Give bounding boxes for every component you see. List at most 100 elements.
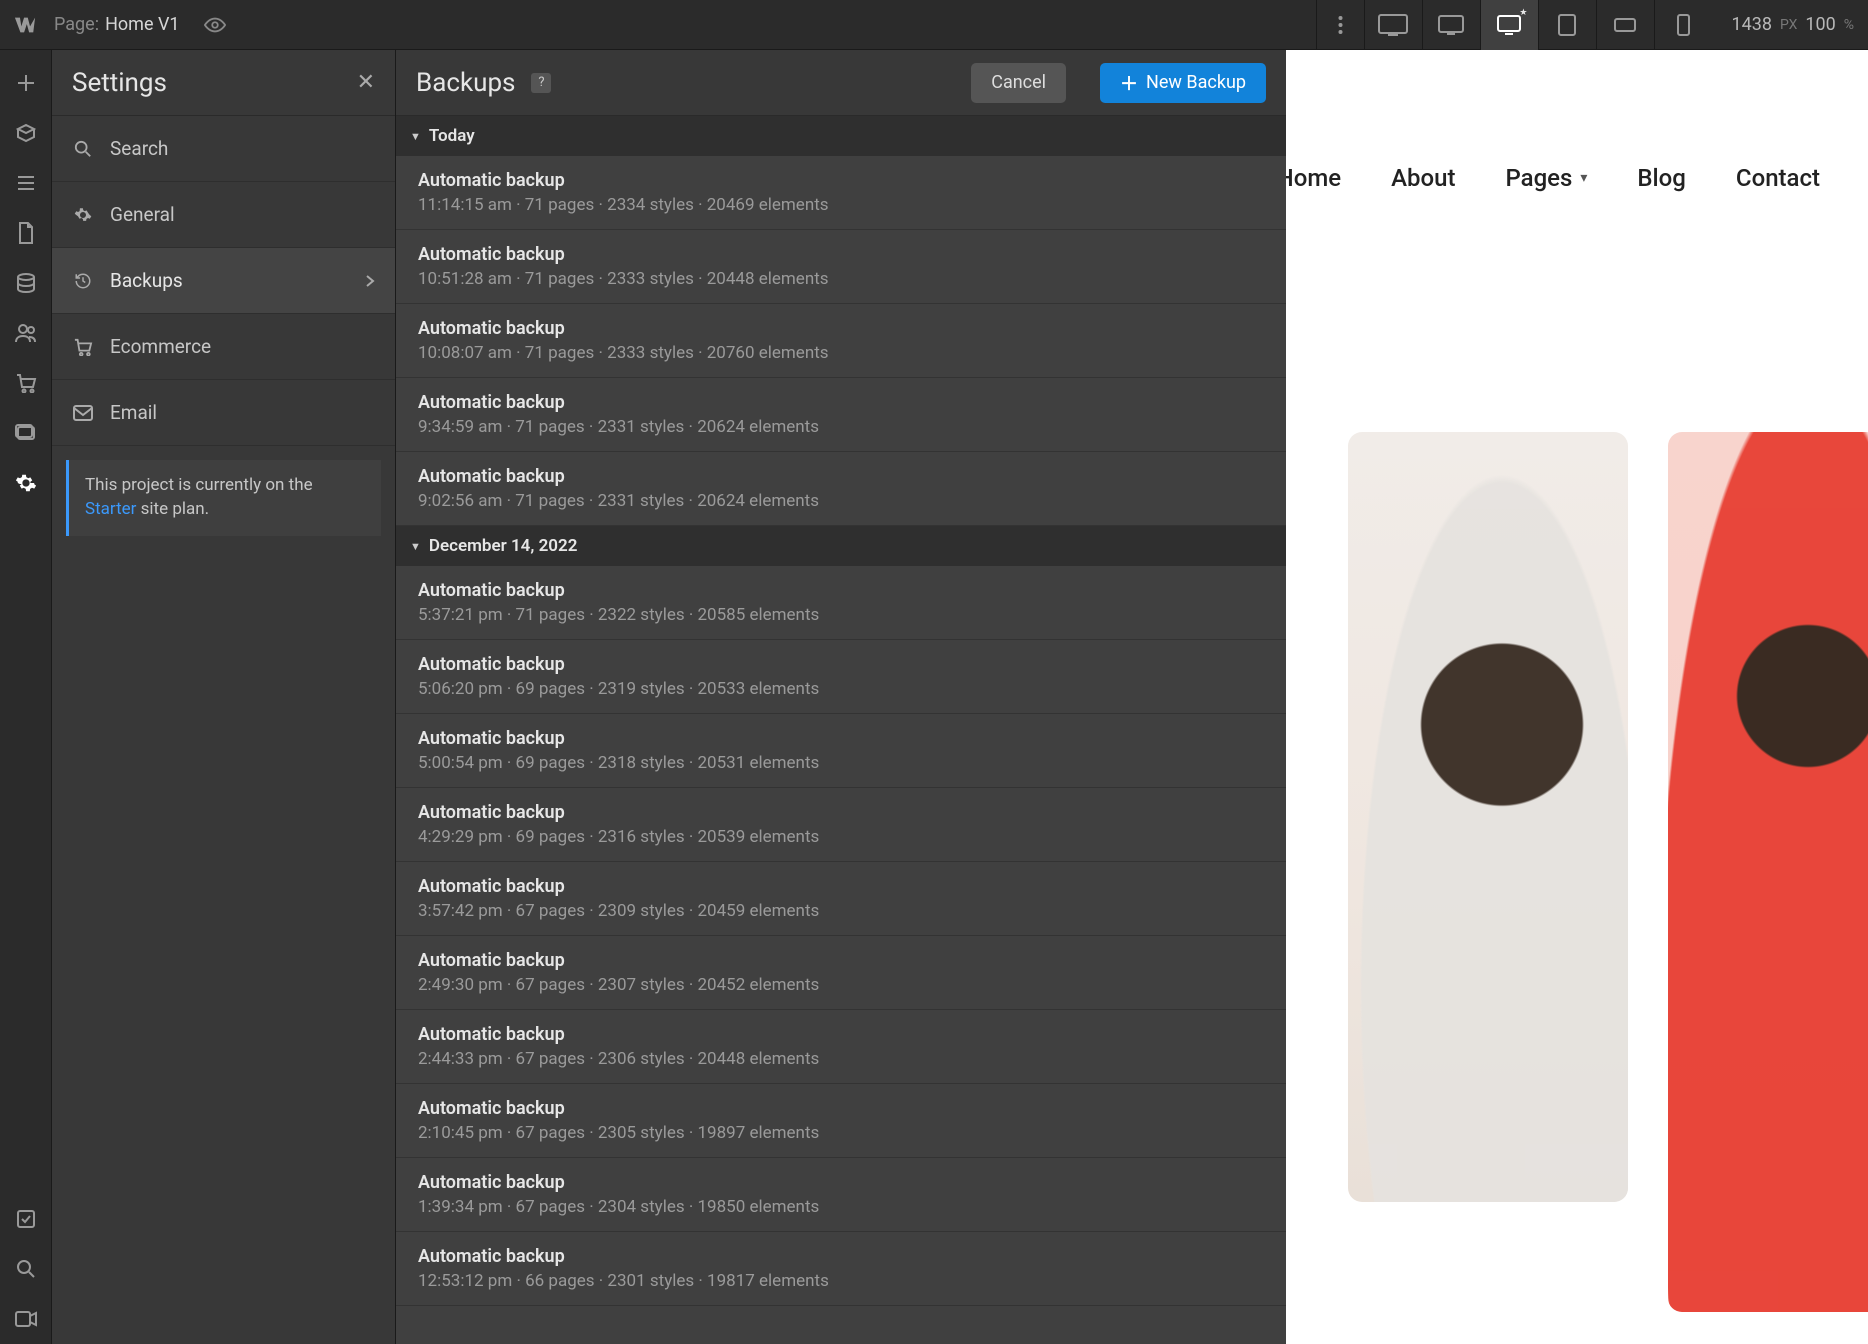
settings-header: Settings ✕ — [52, 50, 395, 116]
backup-meta: 3:57:42 pm · 67 pages · 2309 styles · 20… — [418, 901, 1266, 921]
rail-pages[interactable] — [0, 208, 52, 258]
settings-item-label: Email — [110, 401, 157, 424]
plan-link[interactable]: Starter — [85, 499, 136, 519]
backups-header: Backups ? Cancel ＋ New Backup — [396, 50, 1286, 116]
canvas-width[interactable]: 1438 — [1732, 14, 1772, 35]
backup-meta: 2:44:33 pm · 67 pages · 2306 styles · 20… — [418, 1049, 1266, 1069]
settings-item-general[interactable]: General — [52, 182, 395, 248]
nav-item-about[interactable]: About — [1391, 164, 1455, 192]
backup-title: Automatic backup — [418, 950, 1266, 971]
backup-meta: 1:39:34 pm · 67 pages · 2304 styles · 19… — [418, 1197, 1266, 1217]
backup-title: Automatic backup — [418, 654, 1266, 675]
backup-row[interactable]: Automatic backup5:00:54 pm · 69 pages · … — [396, 714, 1286, 788]
backup-date-header[interactable]: ▼ Today — [396, 116, 1286, 156]
backup-row[interactable]: Automatic backup9:02:56 am · 71 pages · … — [396, 452, 1286, 526]
rail-ecommerce[interactable] — [0, 358, 52, 408]
rail-users[interactable] — [0, 308, 52, 358]
backup-row[interactable]: Automatic backup5:37:21 pm · 71 pages · … — [396, 566, 1286, 640]
backup-title: Automatic backup — [418, 728, 1266, 749]
nav-item-contact[interactable]: Contact — [1736, 164, 1820, 192]
backup-row[interactable]: Automatic backup 11:14:15 am · 71 pages ·… — [396, 156, 1286, 230]
device-tablet[interactable] — [1538, 0, 1596, 50]
gear-icon — [72, 206, 94, 224]
backup-meta: 2:49:30 pm · 67 pages · 2307 styles · 20… — [418, 975, 1266, 995]
device-desktop-xl[interactable] — [1364, 0, 1422, 50]
search-icon — [72, 140, 94, 158]
caret-down-icon: ▼ — [410, 130, 421, 143]
nav-item-blog[interactable]: Blog — [1637, 164, 1686, 192]
backups-panel: Backups ? Cancel ＋ New Backup ▼ Today Auto… — [396, 50, 1286, 1344]
backup-meta: 11:14:15 am · 71 pages · 2334 styles · 2… — [418, 195, 1266, 215]
backup-row[interactable]: Automatic backup 10:08:07 am · 71 pages ·… — [396, 304, 1286, 378]
backup-row[interactable]: Automatic backup10:51:28 am · 71 pages ·… — [396, 230, 1286, 304]
date-label: Today — [429, 126, 475, 146]
new-backup-button[interactable]: ＋ New Backup — [1100, 63, 1266, 103]
backup-title: Automatic backup — [418, 392, 1266, 413]
help-icon[interactable]: ? — [531, 73, 551, 93]
hero-image-2[interactable] — [1668, 432, 1868, 1312]
page-name[interactable]: Home V1 — [105, 14, 179, 35]
new-backup-label: New Backup — [1146, 72, 1246, 93]
nav-item-home[interactable]: Home — [1286, 164, 1341, 192]
rail-navigator[interactable] — [0, 158, 52, 208]
backups-title: Backups — [416, 68, 515, 98]
backup-title: Automatic backup — [418, 1098, 1266, 1119]
device-desktop-large[interactable] — [1422, 0, 1480, 50]
backup-meta: 10:08:07 am · 71 pages · 2333 styles · 2… — [418, 343, 1266, 363]
backup-title: Automatic backup — [418, 802, 1266, 823]
rail-cms[interactable] — [0, 258, 52, 308]
preview-icon[interactable] — [204, 14, 226, 36]
rail-audit[interactable] — [0, 1194, 52, 1244]
canvas-zoom[interactable]: 100 — [1805, 14, 1835, 35]
backup-row[interactable]: Automatic backup9:34:59 am · 71 pages · … — [396, 378, 1286, 452]
settings-item-search[interactable]: Search — [52, 116, 395, 182]
rail-video[interactable] — [0, 1294, 52, 1344]
backup-row[interactable]: Automatic backup 2:49:30 pm · 67 pages · … — [396, 936, 1286, 1010]
backup-row[interactable]: Automatic backup 12:53:12 pm · 66 pages ·… — [396, 1232, 1286, 1306]
backup-row[interactable]: Automatic backup 3:57:42 pm · 67 pages · … — [396, 862, 1286, 936]
rail-assets[interactable] — [0, 408, 52, 458]
backup-row[interactable]: Automatic backup4:29:29 pm · 69 pages · … — [396, 788, 1286, 862]
chevron-right-icon — [365, 274, 375, 288]
device-desktop[interactable]: ★ — [1480, 0, 1538, 50]
backup-row[interactable]: Automatic backup2:10:45 pm · 67 pages · … — [396, 1084, 1286, 1158]
backup-meta: 5:06:20 pm · 69 pages · 2319 styles · 20… — [418, 679, 1266, 699]
backup-meta: 12:53:12 pm · 66 pages · 2301 styles · 1… — [418, 1271, 1266, 1291]
device-mobile-landscape[interactable] — [1596, 0, 1654, 50]
nav-label: Home — [1286, 164, 1341, 192]
nav-item-pages[interactable]: Pages▾ — [1505, 164, 1587, 192]
backups-list[interactable]: ▼ Today Automatic backup 11:14:15 am · 71 p… — [396, 116, 1286, 1344]
backup-title: Automatic backup — [418, 170, 1266, 191]
webflow-logo-icon[interactable] — [14, 14, 36, 36]
backup-title: Automatic backup — [418, 1246, 1266, 1267]
device-mobile[interactable] — [1654, 0, 1712, 50]
cancel-button[interactable]: Cancel — [971, 63, 1066, 103]
backup-row[interactable]: Automatic backup1:39:34 pm · 67 pages · … — [396, 1158, 1286, 1232]
settings-item-backups[interactable]: Backups — [52, 248, 395, 314]
hero-image-1[interactable] — [1348, 432, 1628, 1202]
rail-symbols[interactable] — [0, 108, 52, 158]
settings-item-email[interactable]: Email — [52, 380, 395, 446]
backup-title: Automatic backup — [418, 318, 1266, 339]
backup-row[interactable]: Automatic backup 2:44:33 pm · 67 pages · … — [396, 1010, 1286, 1084]
canvas-dimensions: 1438 PX 100 % — [1732, 14, 1855, 35]
rail-search[interactable] — [0, 1244, 52, 1294]
backup-title: Automatic backup — [418, 1024, 1266, 1045]
nav-label: About — [1391, 164, 1455, 192]
canvas-zoom-unit: % — [1844, 17, 1854, 33]
backup-row[interactable]: Automatic backup 5:06:20 pm · 69 pages · … — [396, 640, 1286, 714]
more-menu-button[interactable] — [1316, 0, 1364, 50]
backup-title: Automatic backup — [418, 244, 1266, 265]
backup-date-header[interactable]: ▼December 14, 2022 — [396, 526, 1286, 566]
close-icon[interactable]: ✕ — [357, 70, 375, 95]
backup-title: Automatic backup — [418, 876, 1266, 897]
rail-settings[interactable] — [0, 458, 52, 508]
settings-item-ecommerce[interactable]: Ecommerce — [52, 314, 395, 380]
device-breakpoints: ★ — [1364, 0, 1712, 50]
date-label: December 14, 2022 — [429, 536, 578, 556]
nav-label: Pages — [1505, 164, 1572, 192]
nav-label: Blog — [1637, 164, 1686, 192]
settings-item-label: Ecommerce — [110, 335, 211, 358]
rail-add[interactable] — [0, 58, 52, 108]
design-canvas[interactable]: Home About Pages▾ Blog Contact — [1286, 50, 1868, 1344]
